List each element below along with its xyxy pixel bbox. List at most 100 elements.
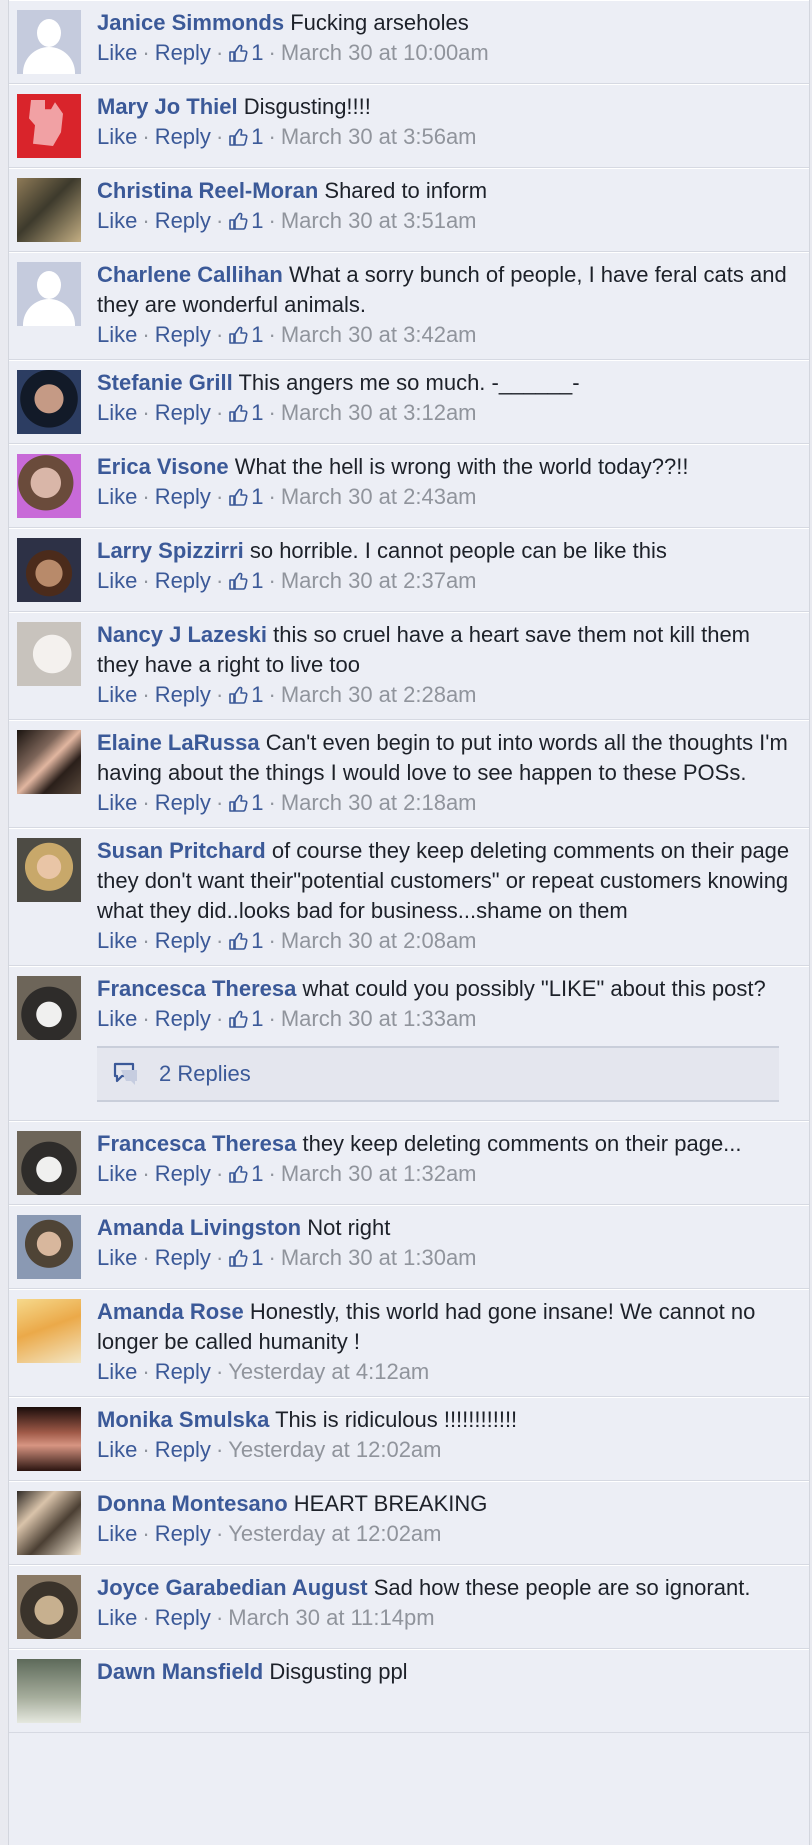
like-count[interactable]: 1 — [251, 1006, 263, 1031]
like-count[interactable]: 1 — [251, 322, 263, 347]
like-link[interactable]: Like — [97, 682, 137, 707]
reply-link[interactable]: Reply — [155, 928, 211, 953]
commenter-name[interactable]: Dawn Mansfield — [97, 1659, 263, 1684]
like-link[interactable]: Like — [97, 1359, 137, 1384]
like-link[interactable]: Like — [97, 790, 137, 815]
reply-link[interactable]: Reply — [155, 1521, 211, 1546]
like-link[interactable]: Like — [97, 1605, 137, 1630]
thumbs-up-icon[interactable] — [228, 487, 248, 507]
dog-photo-avatar[interactable] — [17, 622, 81, 686]
woman-photo-avatar[interactable] — [17, 838, 81, 902]
view-replies-button[interactable]: 2 Replies — [97, 1046, 779, 1102]
commenter-name[interactable]: Monika Smulska — [97, 1407, 269, 1432]
reply-link[interactable]: Reply — [155, 400, 211, 425]
comment-timestamp[interactable]: March 30 at 3:42am — [281, 322, 477, 347]
like-link[interactable]: Like — [97, 1006, 137, 1031]
thumbs-up-icon[interactable] — [228, 1248, 248, 1268]
commenter-name[interactable]: Amanda Livingston — [97, 1215, 301, 1240]
reply-link[interactable]: Reply — [155, 1245, 211, 1270]
like-count[interactable]: 1 — [251, 568, 263, 593]
reply-link[interactable]: Reply — [155, 124, 211, 149]
like-count[interactable]: 1 — [251, 124, 263, 149]
reply-link[interactable]: Reply — [155, 682, 211, 707]
book-cover-avatar[interactable] — [17, 1299, 81, 1363]
woman-photo-avatar[interactable] — [17, 370, 81, 434]
comment-timestamp[interactable]: March 30 at 10:00am — [281, 40, 489, 65]
reply-link[interactable]: Reply — [155, 484, 211, 509]
reply-link[interactable]: Reply — [155, 1605, 211, 1630]
default-avatar[interactable] — [17, 262, 81, 326]
like-count[interactable]: 1 — [251, 1161, 263, 1186]
woman-photo-avatar[interactable] — [17, 1407, 81, 1471]
thumbs-up-icon[interactable] — [228, 211, 248, 231]
comment-timestamp[interactable]: March 30 at 1:32am — [281, 1161, 477, 1186]
thumbs-up-icon[interactable] — [228, 127, 248, 147]
comment-timestamp[interactable]: March 30 at 1:30am — [281, 1245, 477, 1270]
thumbs-up-icon[interactable] — [228, 403, 248, 423]
comment-timestamp[interactable]: March 30 at 3:51am — [281, 208, 477, 233]
like-link[interactable]: Like — [97, 928, 137, 953]
like-link[interactable]: Like — [97, 322, 137, 347]
commenter-name[interactable]: Amanda Rose — [97, 1299, 244, 1324]
commenter-name[interactable]: Francesca Theresa — [97, 976, 296, 1001]
comment-timestamp[interactable]: Yesterday at 12:02am — [228, 1437, 441, 1462]
reply-link[interactable]: Reply — [155, 568, 211, 593]
man-photo-avatar[interactable] — [17, 538, 81, 602]
like-link[interactable]: Like — [97, 1161, 137, 1186]
like-count[interactable]: 1 — [251, 928, 263, 953]
commenter-name[interactable]: Larry Spizzirri — [97, 538, 244, 563]
commenter-name[interactable]: Nancy J Lazeski — [97, 622, 267, 647]
like-link[interactable]: Like — [97, 40, 137, 65]
comment-timestamp[interactable]: March 30 at 3:12am — [281, 400, 477, 425]
thumbs-up-icon[interactable] — [228, 931, 248, 951]
cat-photo-avatar[interactable] — [17, 976, 81, 1040]
like-count[interactable]: 1 — [251, 484, 263, 509]
red-equality-avatar[interactable] — [17, 94, 81, 158]
like-count[interactable]: 1 — [251, 40, 263, 65]
like-link[interactable]: Like — [97, 208, 137, 233]
comment-timestamp[interactable]: Yesterday at 4:12am — [228, 1359, 429, 1384]
woman-photo-avatar[interactable] — [17, 1215, 81, 1279]
reply-link[interactable]: Reply — [155, 790, 211, 815]
commenter-name[interactable]: Susan Pritchard — [97, 838, 266, 863]
like-link[interactable]: Like — [97, 568, 137, 593]
default-avatar[interactable] — [17, 10, 81, 74]
like-count[interactable]: 1 — [251, 790, 263, 815]
like-count[interactable]: 1 — [251, 400, 263, 425]
like-link[interactable]: Like — [97, 400, 137, 425]
comment-timestamp[interactable]: March 30 at 3:56am — [281, 124, 477, 149]
reply-link[interactable]: Reply — [155, 1006, 211, 1031]
comment-timestamp[interactable]: March 30 at 2:08am — [281, 928, 477, 953]
thumbs-up-icon[interactable] — [228, 43, 248, 63]
commenter-name[interactable]: Erica Visone — [97, 454, 229, 479]
cat-photo-avatar[interactable] — [17, 1575, 81, 1639]
comment-timestamp[interactable]: March 30 at 11:14pm — [228, 1605, 434, 1630]
commenter-name[interactable]: Charlene Callihan — [97, 262, 283, 287]
woman-photo-avatar[interactable] — [17, 454, 81, 518]
comment-timestamp[interactable]: March 30 at 2:18am — [281, 790, 477, 815]
thumbs-up-icon[interactable] — [228, 685, 248, 705]
comment-timestamp[interactable]: March 30 at 1:33am — [281, 1006, 477, 1031]
commenter-name[interactable]: Janice Simmonds — [97, 10, 284, 35]
commenter-name[interactable]: Donna Montesano — [97, 1491, 288, 1516]
reply-link[interactable]: Reply — [155, 322, 211, 347]
thumbs-up-icon[interactable] — [228, 1009, 248, 1029]
thumbs-up-icon[interactable] — [228, 793, 248, 813]
reply-link[interactable]: Reply — [155, 1359, 211, 1384]
reply-link[interactable]: Reply — [155, 40, 211, 65]
comment-timestamp[interactable]: March 30 at 2:37am — [281, 568, 477, 593]
commenter-name[interactable]: Joyce Garabedian August — [97, 1575, 368, 1600]
commenter-name[interactable]: Elaine LaRussa — [97, 730, 260, 755]
comment-timestamp[interactable]: Yesterday at 12:02am — [228, 1521, 441, 1546]
like-link[interactable]: Like — [97, 1521, 137, 1546]
thumbs-up-icon[interactable] — [228, 325, 248, 345]
reply-link[interactable]: Reply — [155, 1437, 211, 1462]
cat-photo-avatar[interactable] — [17, 1131, 81, 1195]
group-photo-avatar[interactable] — [17, 1491, 81, 1555]
reply-link[interactable]: Reply — [155, 1161, 211, 1186]
couple-photo-avatar[interactable] — [17, 178, 81, 242]
like-link[interactable]: Like — [97, 484, 137, 509]
commenter-name[interactable]: Mary Jo Thiel — [97, 94, 238, 119]
landscape-photo-avatar[interactable] — [17, 1659, 81, 1723]
commenter-name[interactable]: Stefanie Grill — [97, 370, 233, 395]
